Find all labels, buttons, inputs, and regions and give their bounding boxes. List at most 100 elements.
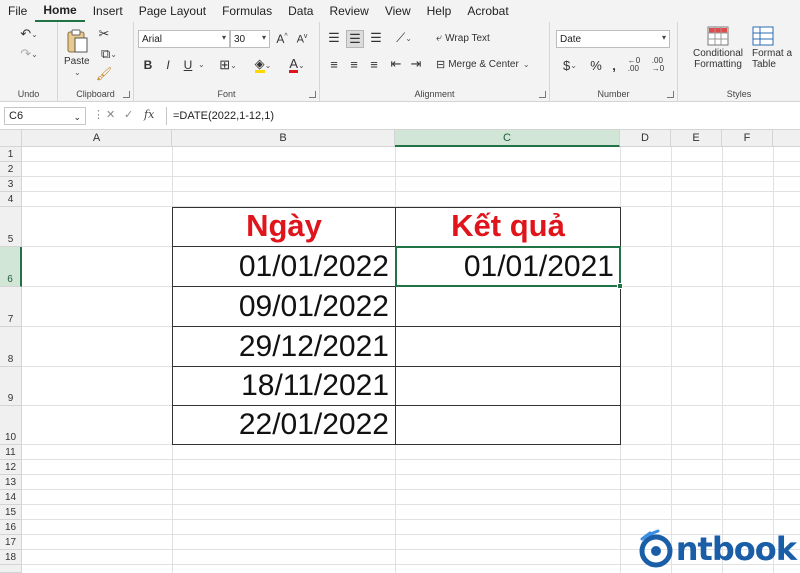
fill-color-icon: ◈ xyxy=(254,55,265,73)
menu-help[interactable]: Help xyxy=(419,0,460,22)
menu-review[interactable]: Review xyxy=(321,0,376,22)
column-header-b[interactable]: B xyxy=(172,130,395,147)
column-header-f[interactable]: F xyxy=(722,130,773,147)
bold-button[interactable]: B xyxy=(140,56,156,74)
increase-decimal-button[interactable]: ←0.00 xyxy=(624,56,644,74)
row-header-8[interactable]: 8 xyxy=(0,327,22,367)
column-header-a[interactable]: A xyxy=(22,130,172,147)
cell-b7[interactable]: 09/01/2022 xyxy=(172,286,396,327)
row-header-3[interactable]: 3 xyxy=(0,177,22,192)
row-header-16[interactable]: 16 xyxy=(0,520,22,535)
cell-b9[interactable]: 18/11/2021 xyxy=(172,366,396,406)
align-left-button[interactable]: ≡ xyxy=(326,56,342,72)
row-header-2[interactable]: 2 xyxy=(0,162,22,177)
chevron-down-icon: ⌄ xyxy=(110,49,117,59)
comma-button[interactable]: , xyxy=(608,56,620,74)
clipboard-launcher-icon[interactable] xyxy=(123,91,130,98)
menu-view[interactable]: View xyxy=(377,0,419,22)
cell-b8[interactable]: 29/12/2021 xyxy=(172,326,396,367)
row-header-5[interactable]: 5 xyxy=(0,207,22,247)
font-size-select[interactable]: 30 ▾ xyxy=(230,30,270,48)
paste-label: Paste xyxy=(64,56,90,67)
formula-input[interactable]: =DATE(2022,1-12,1) xyxy=(166,107,800,125)
cell-c6[interactable]: 01/01/2021 xyxy=(395,246,621,287)
italic-button[interactable]: I xyxy=(160,56,176,74)
merge-center-button[interactable]: ⊟ Merge & Center ⌄ xyxy=(436,56,544,72)
select-all-corner[interactable] xyxy=(0,130,22,147)
cell-c9[interactable] xyxy=(395,366,621,406)
menu-home[interactable]: Home xyxy=(35,0,85,22)
worksheet-grid[interactable]: A B C D E F 1 2 3 4 5 6 7 8 9 10 11 12 1… xyxy=(0,130,800,573)
underline-button[interactable]: U xyxy=(180,56,196,74)
font-color-button[interactable]: A ⌄ xyxy=(282,56,312,74)
number-launcher-icon[interactable] xyxy=(667,91,674,98)
orientation-button[interactable]: ⟋ ⌄ xyxy=(390,30,418,46)
cancel-icon[interactable]: ✕ xyxy=(106,108,115,121)
insert-function-icon[interactable]: fx xyxy=(144,108,154,121)
decrease-indent-button[interactable]: ⇤ xyxy=(388,56,404,72)
cell-c8[interactable] xyxy=(395,326,621,367)
row-header-17[interactable]: 17 xyxy=(0,535,22,550)
redo-button[interactable]: ↷ ⌄ xyxy=(14,46,44,62)
row-header-18[interactable]: 18 xyxy=(0,550,22,565)
row-header-6[interactable]: 6 xyxy=(0,247,22,287)
cell-c10[interactable] xyxy=(395,405,621,445)
menu-page-layout[interactable]: Page Layout xyxy=(131,0,214,22)
wrap-text-button[interactable]: ⤶ Wrap Text xyxy=(436,30,506,46)
cell-b6[interactable]: 01/01/2022 xyxy=(172,246,396,287)
increase-indent-button[interactable]: ⇥ xyxy=(408,56,424,72)
menu-formulas[interactable]: Formulas xyxy=(214,0,280,22)
align-middle-button[interactable]: ☰ xyxy=(346,30,364,48)
undo-button[interactable]: ↶ ⌄ xyxy=(14,26,44,42)
chevron-down-icon[interactable]: ⌄ xyxy=(198,60,205,69)
percent-button[interactable]: % xyxy=(588,56,604,74)
column-header-d[interactable]: D xyxy=(620,130,671,147)
format-as-table-button[interactable]: Format a Table xyxy=(752,26,798,82)
column-header-c[interactable]: C xyxy=(395,130,620,147)
currency-button[interactable]: $ ⌄ xyxy=(558,56,582,74)
font-name-select[interactable]: Arial ▾ xyxy=(138,30,230,48)
row-header-15[interactable]: 15 xyxy=(0,505,22,520)
menu-insert[interactable]: Insert xyxy=(85,0,131,22)
cell-b5[interactable]: Ngày xyxy=(172,207,396,247)
row-header-4[interactable]: 4 xyxy=(0,192,22,207)
row-header-13[interactable]: 13 xyxy=(0,475,22,490)
fill-color-button[interactable]: ◈ ⌄ xyxy=(248,56,278,74)
row-header-10[interactable]: 10 xyxy=(0,406,22,445)
format-as-table-label-2: Table xyxy=(752,59,776,70)
copy-button[interactable]: ⧉ ⌄ xyxy=(96,46,122,62)
alignment-launcher-icon[interactable] xyxy=(539,91,546,98)
borders-button[interactable]: ⊞ ⌄ xyxy=(214,56,242,74)
conditional-formatting-button[interactable]: Conditional Formatting xyxy=(686,26,750,82)
row-header-9[interactable]: 9 xyxy=(0,367,22,406)
column-header-e[interactable]: E xyxy=(671,130,722,147)
align-bottom-button[interactable]: ☰ xyxy=(368,30,384,46)
menu-acrobat[interactable]: Acrobat xyxy=(459,0,516,22)
align-center-button[interactable]: ≡ xyxy=(346,56,362,72)
row-header-11[interactable]: 11 xyxy=(0,445,22,460)
align-top-button[interactable]: ☰ xyxy=(326,30,342,46)
row-header-14[interactable]: 14 xyxy=(0,490,22,505)
number-format-select[interactable]: Date ▾ xyxy=(556,30,670,48)
enter-icon[interactable]: ✓ xyxy=(124,108,133,121)
align-right-button[interactable]: ≡ xyxy=(366,56,382,72)
cell-c7[interactable] xyxy=(395,286,621,327)
format-painter-button[interactable]: 🖌 xyxy=(96,66,113,82)
row-header-7[interactable]: 7 xyxy=(0,287,22,327)
font-launcher-icon[interactable] xyxy=(309,91,316,98)
menu-data[interactable]: Data xyxy=(280,0,321,22)
chevron-down-icon[interactable]: ⌄ xyxy=(74,68,81,77)
increase-font-button[interactable]: A^ xyxy=(274,31,290,47)
name-box[interactable]: C6 ⌄ xyxy=(4,107,86,125)
decrease-font-button[interactable]: Av xyxy=(294,31,310,47)
cell-b10[interactable]: 22/01/2022 xyxy=(172,405,396,445)
cell-c5[interactable]: Kết quả xyxy=(395,207,621,247)
fill-handle[interactable] xyxy=(617,283,623,289)
row-header-1[interactable]: 1 xyxy=(0,147,22,162)
row-header-19[interactable] xyxy=(0,565,22,573)
cut-button[interactable]: ✂ xyxy=(96,26,112,42)
paste-button[interactable] xyxy=(62,26,92,56)
menu-file[interactable]: File xyxy=(0,0,35,22)
row-header-12[interactable]: 12 xyxy=(0,460,22,475)
decrease-decimal-button[interactable]: .00 →0 xyxy=(648,56,668,74)
